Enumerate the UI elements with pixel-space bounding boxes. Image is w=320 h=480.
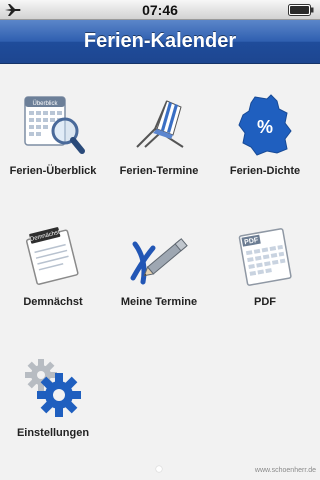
beach-chair-icon [136, 100, 184, 148]
gears-icon [25, 359, 81, 417]
tile-pdf[interactable]: PDF PDF [212, 224, 318, 324]
tile-ferien-termine[interactable]: Ferien-Termine [106, 93, 212, 193]
navigation-bar: Ferien-Kalender [0, 20, 320, 64]
calendar-magnifier-icon: Überblick [24, 96, 85, 154]
tile-label: Meine Termine [120, 296, 198, 308]
tile-einstellungen[interactable]: Einstellungen [0, 355, 106, 455]
tile-demnaechst[interactable]: Demnächst Demnächst [0, 224, 106, 324]
tile-ferien-ueberblick[interactable]: Überblick Ferien-Überblick [0, 93, 106, 193]
pencil-cross-icon [130, 238, 188, 285]
tile-ferien-dichte[interactable]: % Ferien-Dichte [212, 93, 318, 193]
notepad-icon: Demnächst [26, 227, 79, 285]
tile-meine-termine[interactable]: Meine Termine [106, 224, 212, 324]
tile-label: Ferien-Überblick [9, 165, 97, 177]
svg-text:Überblick: Überblick [32, 100, 58, 107]
status-time: 07:46 [142, 2, 178, 18]
page-indicator-dot [156, 466, 162, 472]
status-bar: 07:46 [0, 0, 320, 20]
germany-map-percent-icon: % [238, 94, 292, 156]
battery-icon [288, 4, 314, 16]
page-title: Ferien-Kalender [83, 30, 237, 52]
footer-url: www.schoenherr.de [254, 467, 316, 474]
tile-label: Demnächst [23, 296, 83, 308]
pdf-document-icon: PDF [238, 228, 292, 286]
tile-label: Ferien-Dichte [229, 165, 301, 177]
tile-label: Einstellungen [16, 427, 90, 439]
tile-label: Ferien-Termine [119, 165, 199, 177]
svg-text:%: % [257, 117, 273, 137]
tile-label: PDF [254, 296, 276, 308]
